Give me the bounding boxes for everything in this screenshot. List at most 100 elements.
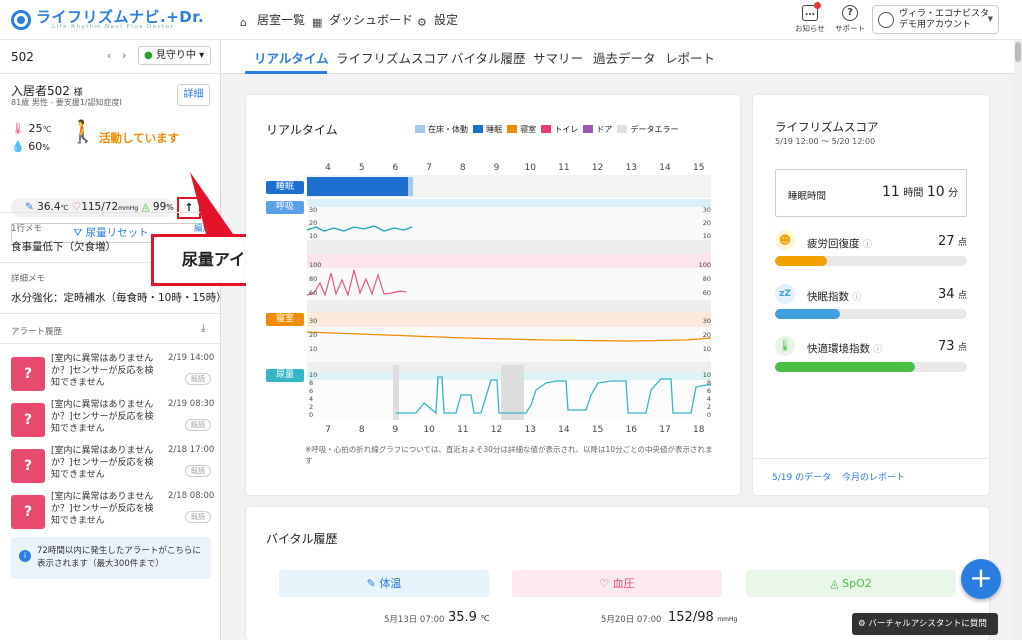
y-tick-label: 60 <box>703 289 711 297</box>
tab-life-rhythm-score[interactable]: ライフリズムスコア <box>336 48 449 67</box>
tab-summary[interactable]: サマリー <box>533 48 583 67</box>
alert-info-box: i 72時間以内に発生したアラートがこちらに表示されます（最大300件まで） <box>11 537 211 579</box>
vital-spo2-header: ◬ SpO2 <box>746 570 956 597</box>
bp-value: 152/98 <box>668 610 714 625</box>
robot-icon: ⚙ <box>858 619 866 629</box>
prev-room-button[interactable]: ‹ <box>107 49 111 62</box>
next-room-button[interactable]: › <box>122 49 126 62</box>
y-tick-label: 8 <box>707 379 711 387</box>
time-tick-label: 14 <box>659 163 671 173</box>
alert-item[interactable]: ? [室内に異常はありませんか？]センサーが反応を検知できません 2/18 17:0… <box>8 443 214 487</box>
alert-item[interactable]: ? [室内に異常はありませんか？]センサーが反応を検知できません 2/18 08:0… <box>8 489 214 533</box>
y-tick-label: 30 <box>309 206 317 214</box>
y-tick-label: 6 <box>707 387 711 395</box>
account-menu[interactable]: ヴィラ・エコナビスタ デモ用アカウント ▼ <box>872 5 999 34</box>
read-badge: 既読 <box>185 511 211 523</box>
temp-value: 35.9 <box>448 610 477 625</box>
day-data-link[interactable]: 5/19 のデータ <box>772 470 831 483</box>
legend-swatch <box>541 125 552 133</box>
body-temp-icon: ✎ <box>366 577 376 590</box>
spo2-icon: ◬ <box>830 577 839 590</box>
y-tick-label: 10 <box>703 232 711 240</box>
mode-dropdown[interactable]: ● 見守り中 ▾ <box>138 46 211 65</box>
nav-settings[interactable]: ⚙ 設定 <box>417 11 458 29</box>
add-fab-button[interactable]: + <box>961 559 1001 599</box>
time-tick-label: 7 <box>325 425 331 435</box>
legend-swatch <box>415 125 425 133</box>
y-tick-label: 80 <box>703 275 711 283</box>
nav-room-list[interactable]: ⌂ 居室一覧 <box>240 11 305 29</box>
time-tick-label: 12 <box>491 425 502 435</box>
alert-person-icon: ? <box>11 449 45 483</box>
y-tick-label: 4 <box>707 395 711 403</box>
vital-title: バイタル履歴 <box>266 532 338 546</box>
alert-item[interactable]: ? [室内に異常はありませんか？]センサーが反応を検知できません 2/19 14:0… <box>8 351 214 395</box>
app-header: ライフリズムナビ.+Dr. Life Rhythm Navi Plus Doct… <box>0 0 1022 40</box>
logo-icon <box>11 10 31 30</box>
time-tick-label: 6 <box>393 163 399 173</box>
environment-bar <box>775 362 967 372</box>
time-tick-label: 18 <box>693 425 705 435</box>
time-tick-label: 11 <box>457 425 468 435</box>
room-number: 502 <box>11 50 34 64</box>
fatigue-bar <box>775 256 967 266</box>
time-tick-label: 4 <box>325 163 331 173</box>
vital-bp-header: ♡ 血圧 <box>512 570 722 597</box>
help-circle-icon[interactable]: ⓘ <box>873 345 882 355</box>
time-tick-label: 13 <box>626 163 637 173</box>
detail-button[interactable]: 詳細 <box>177 84 210 106</box>
vital-temp-header: ✎ 体温 <box>279 570 489 597</box>
time-tick-label: 5 <box>359 163 365 173</box>
bed-bar <box>408 177 413 196</box>
tab-past-data[interactable]: 過去データ <box>593 48 656 67</box>
legend-swatch <box>473 125 484 133</box>
y-tick-label: 10 <box>703 345 711 353</box>
time-tick-label: 17 <box>659 425 670 435</box>
app-logo-subtitle: Life Rhythm Navi Plus Doctor <box>52 24 175 30</box>
row-label-room: 寝室 <box>266 313 304 326</box>
y-tick-label: 100 <box>309 261 321 269</box>
active-tab-indicator <box>245 71 327 74</box>
account-name: デモ用アカウント <box>899 20 972 30</box>
alert-person-icon: ? <box>11 495 45 529</box>
nav-dashboard[interactable]: ▦ ダッシュボード <box>312 11 413 29</box>
notifications-button[interactable]: … お知らせ <box>792 2 828 34</box>
row-label-sleep: 睡眠 <box>266 181 304 194</box>
time-tick-label: 12 <box>592 163 603 173</box>
detail-memo-text: 水分強化：定時補水（毎食時・10時・15時） <box>11 292 227 304</box>
time-tick-label: 11 <box>558 163 569 173</box>
time-tick-label: 9 <box>393 425 399 435</box>
download-icon[interactable]: ⤓ <box>201 323 205 334</box>
y-tick-label: 20 <box>309 219 317 227</box>
y-tick-label: 2 <box>309 403 313 411</box>
environment-bar-fill <box>775 362 916 372</box>
virtual-assistant-button[interactable]: ⚙ バーチャルアシスタントに質問 <box>852 613 998 635</box>
support-button[interactable]: ? サポート <box>832 4 868 34</box>
y-tick-label: 30 <box>703 317 711 325</box>
y-tick-label: 20 <box>703 219 711 227</box>
room-temperature: 🌡 25℃ <box>11 122 52 135</box>
chart-note: ※呼吸・心拍の折れ線グラフについては、直近およそ30分は詳細な値が表示され、以降… <box>305 445 713 465</box>
y-tick-label: 10 <box>309 371 317 379</box>
tab-report[interactable]: レポート <box>665 48 715 67</box>
scrollbar[interactable] <box>1014 40 1022 640</box>
time-tick-label: 14 <box>558 425 570 435</box>
help-circle-icon[interactable]: ⓘ <box>863 240 872 250</box>
sleep-zz-icon: zZ <box>775 284 795 304</box>
resident-name: 入居者502 <box>11 84 70 98</box>
temp-date: 5月13日 07:00 <box>384 615 445 625</box>
walking-person-icon: 🚶 <box>69 120 97 145</box>
tab-realtime[interactable]: リアルタイム <box>254 48 329 67</box>
monthly-report-link[interactable]: 今月のレポート <box>842 470 905 483</box>
read-badge: 既読 <box>185 465 211 477</box>
legend-swatch <box>507 125 518 133</box>
droplet-icon: 💧 <box>11 140 25 153</box>
alert-item[interactable]: ? [室内に異常はありませんか？]センサーが反応を検知できません 2/19 08:3… <box>8 397 214 441</box>
read-badge: 既読 <box>185 419 211 431</box>
tab-vital-history[interactable]: バイタル履歴 <box>451 48 526 67</box>
scrollbar-thumb[interactable] <box>1015 42 1021 62</box>
realtime-title: リアルタイム <box>266 123 338 137</box>
help-circle-icon[interactable]: ⓘ <box>852 293 861 303</box>
score-title: ライフリズムスコア <box>775 120 879 134</box>
sleep-score: 34 <box>938 287 955 302</box>
